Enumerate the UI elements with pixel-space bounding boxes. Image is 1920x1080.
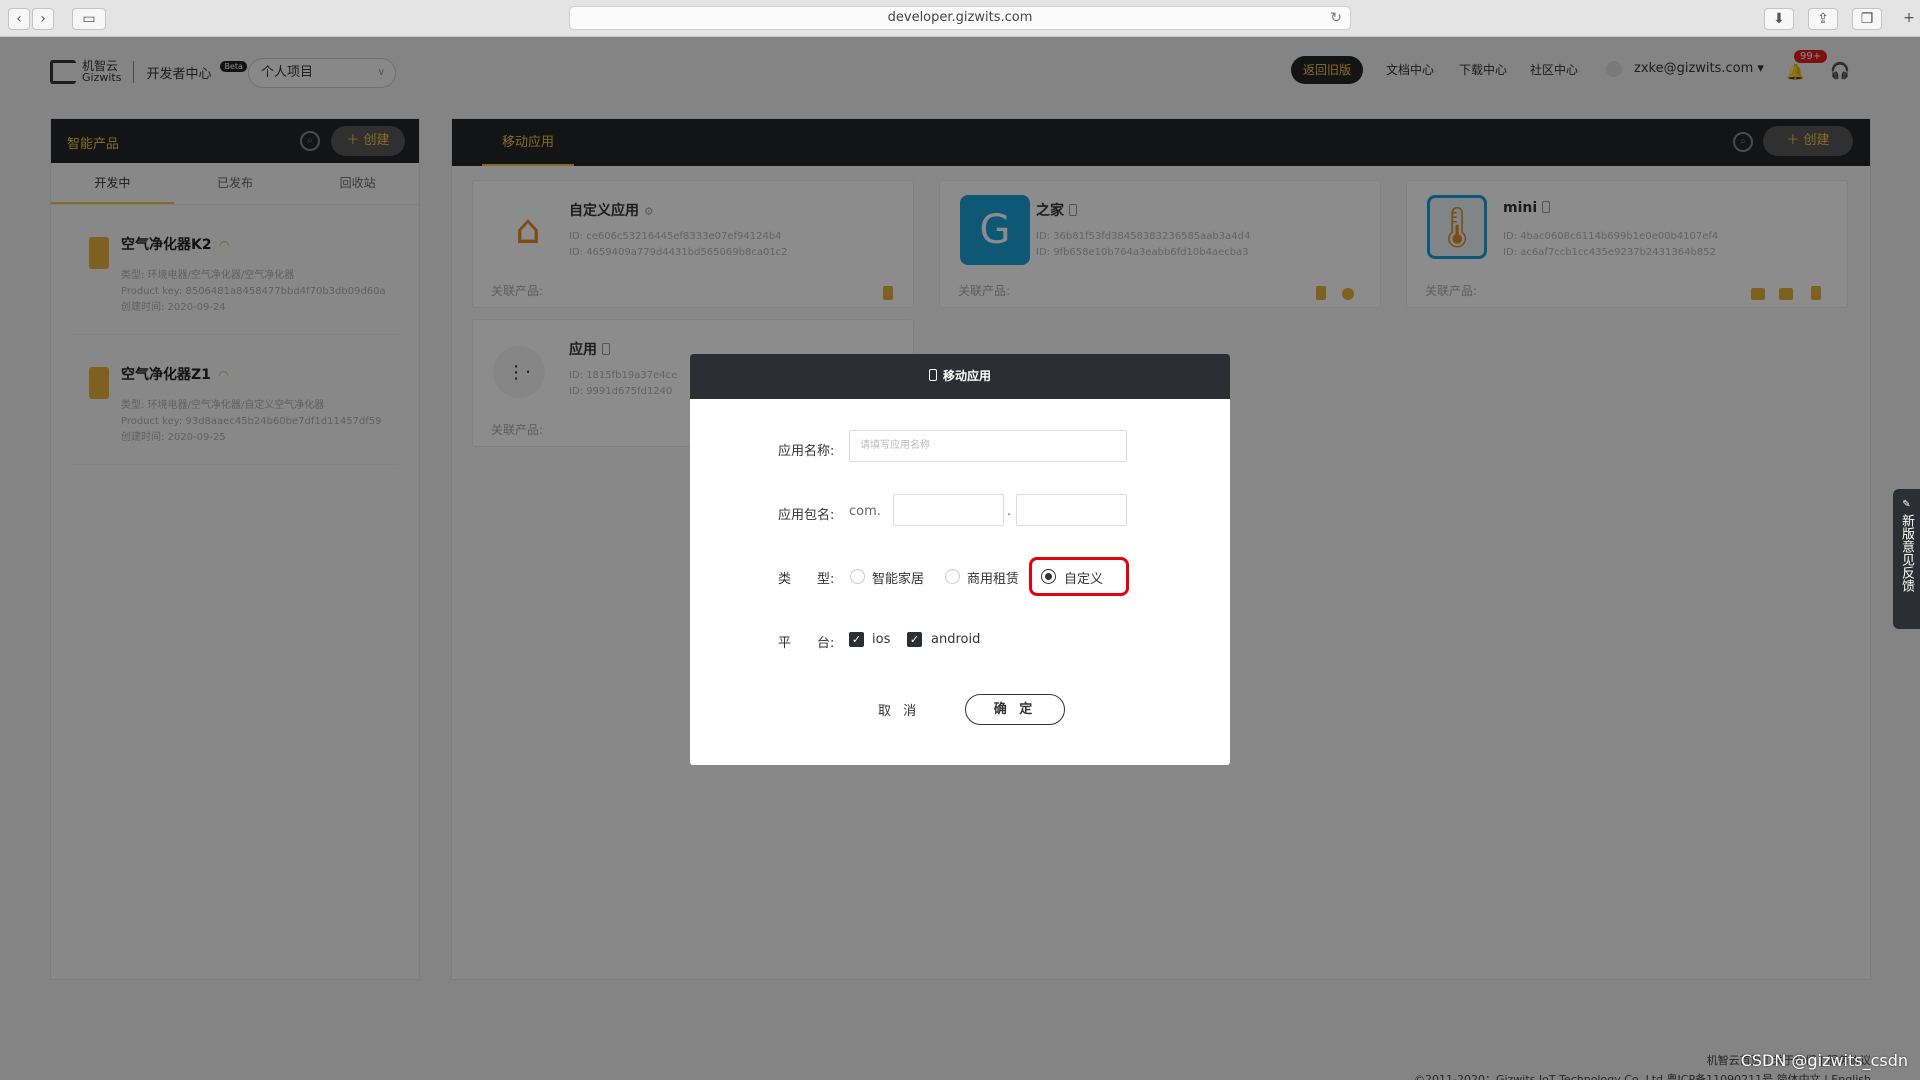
confirm-button[interactable]: 确 定 (965, 694, 1065, 725)
android-checkbox[interactable]: ✓ (907, 632, 922, 647)
package-dot: . (1007, 504, 1012, 519)
back-icon[interactable]: ‹ (8, 8, 30, 30)
feedback-label: 新版意见反馈 (1899, 514, 1914, 592)
dialog-header: 移动应用 (690, 354, 1230, 399)
tabs-icon[interactable]: ❐ (1852, 8, 1882, 30)
feedback-tab[interactable]: ✎ 新版意见反馈 (1893, 489, 1920, 629)
package-part2-input[interactable] (1016, 494, 1127, 526)
cancel-button[interactable]: 取 消 (878, 700, 920, 719)
edit-icon: ✎ (1902, 499, 1911, 510)
type-radio-commercial[interactable] (945, 569, 960, 584)
reload-icon[interactable]: ↻ (1330, 7, 1342, 29)
share-icon[interactable]: ⇪ (1808, 8, 1838, 30)
type-smart-home-label[interactable]: 智能家居 (872, 568, 924, 587)
package-part1-input[interactable] (893, 494, 1004, 526)
dialog-title: 移动应用 (942, 369, 991, 383)
app-name-label: 应用名称: (778, 444, 835, 459)
ios-label[interactable]: ios (872, 632, 890, 647)
watermark: CSDN @gizwits_csdn (1740, 1051, 1908, 1070)
create-mobile-app-dialog: 移动应用 应用名称: 请填写应用名称 应用包名: com. . 类 型: 智能家… (690, 354, 1230, 765)
platform-label: 平 台: (778, 636, 835, 651)
sidebar-toggle-icon[interactable]: ▭ (72, 8, 106, 30)
type-radio-smart-home[interactable] (850, 569, 865, 584)
download-icon[interactable]: ⬇ (1764, 8, 1794, 30)
url-text: developer.gizwits.com (887, 10, 1033, 25)
new-tab-icon[interactable]: + (1900, 8, 1918, 30)
custom-type-highlight (1029, 557, 1129, 596)
package-prefix: com. (849, 504, 881, 519)
ios-checkbox[interactable]: ✓ (849, 632, 864, 647)
app-name-input[interactable]: 请填写应用名称 (849, 430, 1127, 462)
package-name-label: 应用包名: (778, 508, 835, 523)
type-commercial-label[interactable]: 商用租赁 (967, 568, 1019, 587)
type-label: 类 型: (778, 572, 835, 587)
forward-icon[interactable]: › (32, 8, 54, 30)
android-label[interactable]: android (931, 632, 980, 647)
phone-icon (928, 369, 937, 381)
address-bar[interactable]: developer.gizwits.com ↻ (569, 6, 1351, 30)
browser-toolbar: ‹ › ▭ developer.gizwits.com ↻ ⬇ ⇪ ❐ + (0, 0, 1920, 37)
